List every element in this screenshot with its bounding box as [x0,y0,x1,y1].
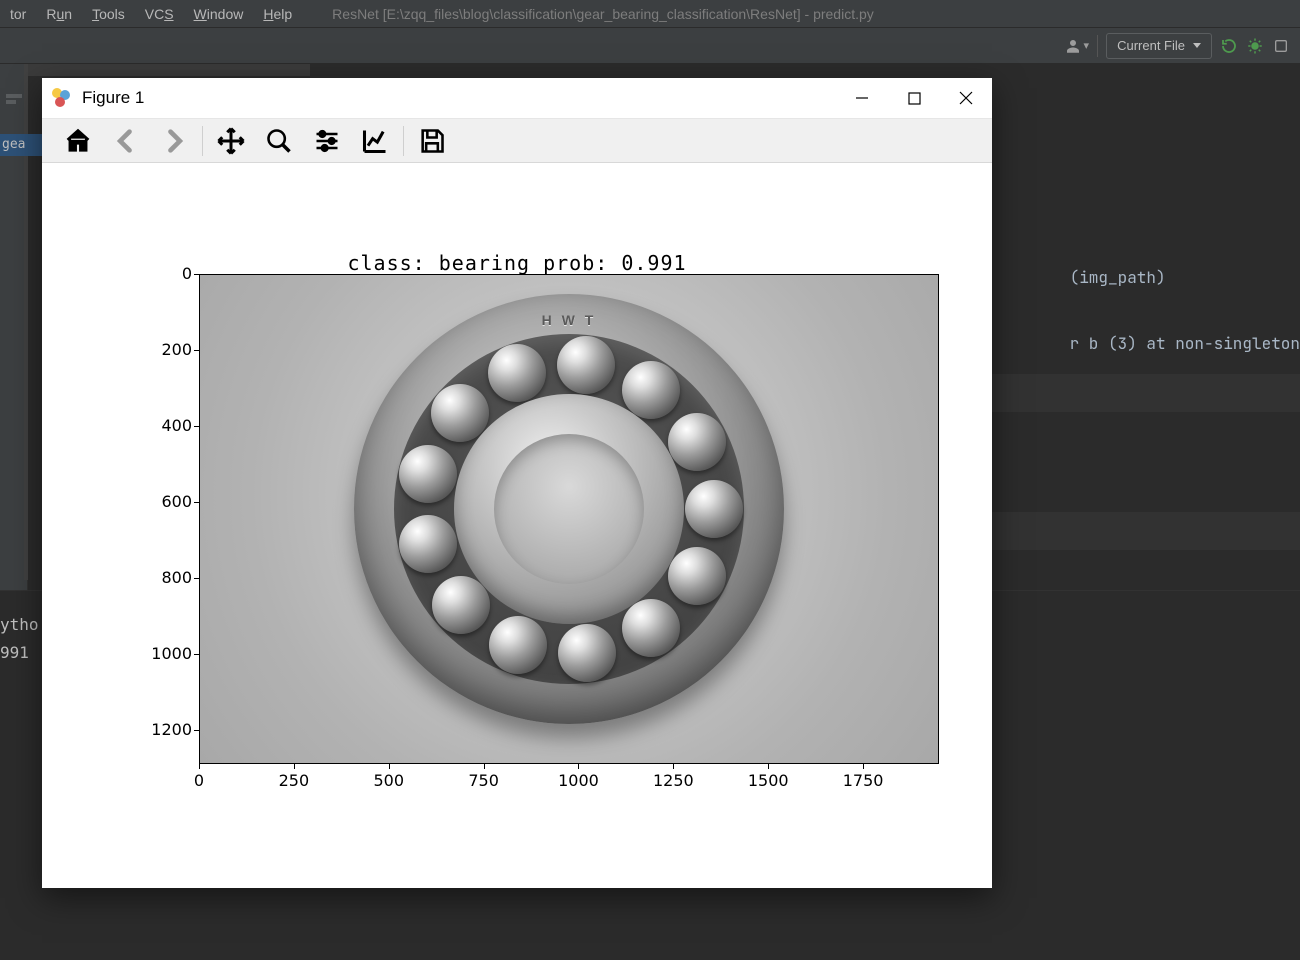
pan-button[interactable] [207,118,255,163]
x-tick-label: 250 [264,771,324,790]
y-tick-mark [194,426,199,427]
menu-vcs[interactable]: VCS [135,6,184,22]
chevron-down-icon [1193,43,1201,48]
maximize-button[interactable] [888,78,940,118]
y-tick-label: 600 [132,492,192,511]
bearing-ball [668,413,726,471]
matplotlib-app-icon [52,88,72,108]
x-tick-mark [863,764,864,769]
edit-axis-button[interactable] [351,118,399,163]
close-button[interactable] [940,78,992,118]
rerun-icon[interactable] [1220,37,1238,55]
figure-titlebar[interactable]: Figure 1 [42,78,992,118]
x-tick-label: 0 [169,771,229,790]
editor-highlight-band-2b [0,64,310,76]
x-tick-label: 1500 [738,771,798,790]
figure-title: Figure 1 [82,88,144,108]
x-tick-mark [673,764,674,769]
x-tick-label: 750 [454,771,514,790]
code-line: (img_path) [1070,262,1300,294]
editor-highlight-band [990,374,1300,412]
y-tick-label: 1200 [132,720,192,739]
bearing-ball [399,515,457,573]
y-tick-mark [194,502,199,503]
zoom-button[interactable] [255,118,303,163]
plot-canvas[interactable]: class: bearing prob: 0.991 H W T 0200400… [42,163,992,888]
x-tick-mark [389,764,390,769]
y-tick-label: 0 [132,264,192,283]
menu-run[interactable]: Run [36,6,82,22]
x-tick-mark [578,764,579,769]
ide-window-title: ResNet [E:\zqq_files\blog\classification… [332,6,874,22]
run-config-label: Current File [1117,38,1185,53]
plot-axes: H W T [199,274,939,764]
save-button[interactable] [408,118,456,163]
bearing-ball [489,616,547,674]
bearing-ball [557,336,615,394]
menu-refactor[interactable]: tor [0,6,36,22]
figure-toolbar [42,118,992,163]
project-tree-fragment[interactable]: gea [0,134,42,156]
editor-highlight-band-2 [990,512,1300,550]
home-button[interactable] [54,118,102,163]
configure-subplots-button[interactable] [303,118,351,163]
x-tick-label: 500 [359,771,419,790]
y-tick-mark [194,730,199,731]
code-line: r b (3) at non-singleton [1070,328,1300,360]
y-tick-label: 200 [132,340,192,359]
bearing-ball [432,576,490,634]
debug-icon[interactable] [1246,37,1264,55]
y-tick-mark [194,274,199,275]
ide-toolbar: ▾ Current File [0,28,1300,64]
y-tick-mark [194,350,199,351]
x-tick-mark [294,764,295,769]
ide-menubar: tor Run Tools VCS Window Help ResNet [E:… [0,0,1300,28]
user-icon[interactable] [1064,37,1082,55]
bearing-ball [622,361,680,419]
y-tick-label: 400 [132,416,192,435]
matplotlib-window: Figure 1 [42,78,992,888]
forward-button[interactable] [150,118,198,163]
y-tick-mark [194,654,199,655]
minimize-button[interactable] [836,78,888,118]
bearing-ball [685,480,743,538]
y-tick-label: 800 [132,568,192,587]
x-tick-label: 1000 [548,771,608,790]
y-tick-mark [194,578,199,579]
menu-help[interactable]: Help [253,6,302,22]
bearing-ball [558,624,616,682]
menu-window[interactable]: Window [184,6,254,22]
back-button[interactable] [102,118,150,163]
more-icon[interactable] [1272,37,1290,55]
menu-tools[interactable]: Tools [82,6,135,22]
x-tick-mark [199,764,200,769]
x-tick-label: 1250 [643,771,703,790]
x-tick-mark [768,764,769,769]
editor-fragment: (img_path) r b (3) at non-singleton [1070,262,1300,360]
bearing-image: H W T [200,275,938,763]
x-tick-mark [484,764,485,769]
y-tick-label: 1000 [132,644,192,663]
engraving-top: H W T [542,312,597,328]
x-tick-label: 1750 [833,771,893,790]
run-config-dropdown[interactable]: Current File [1106,33,1212,59]
